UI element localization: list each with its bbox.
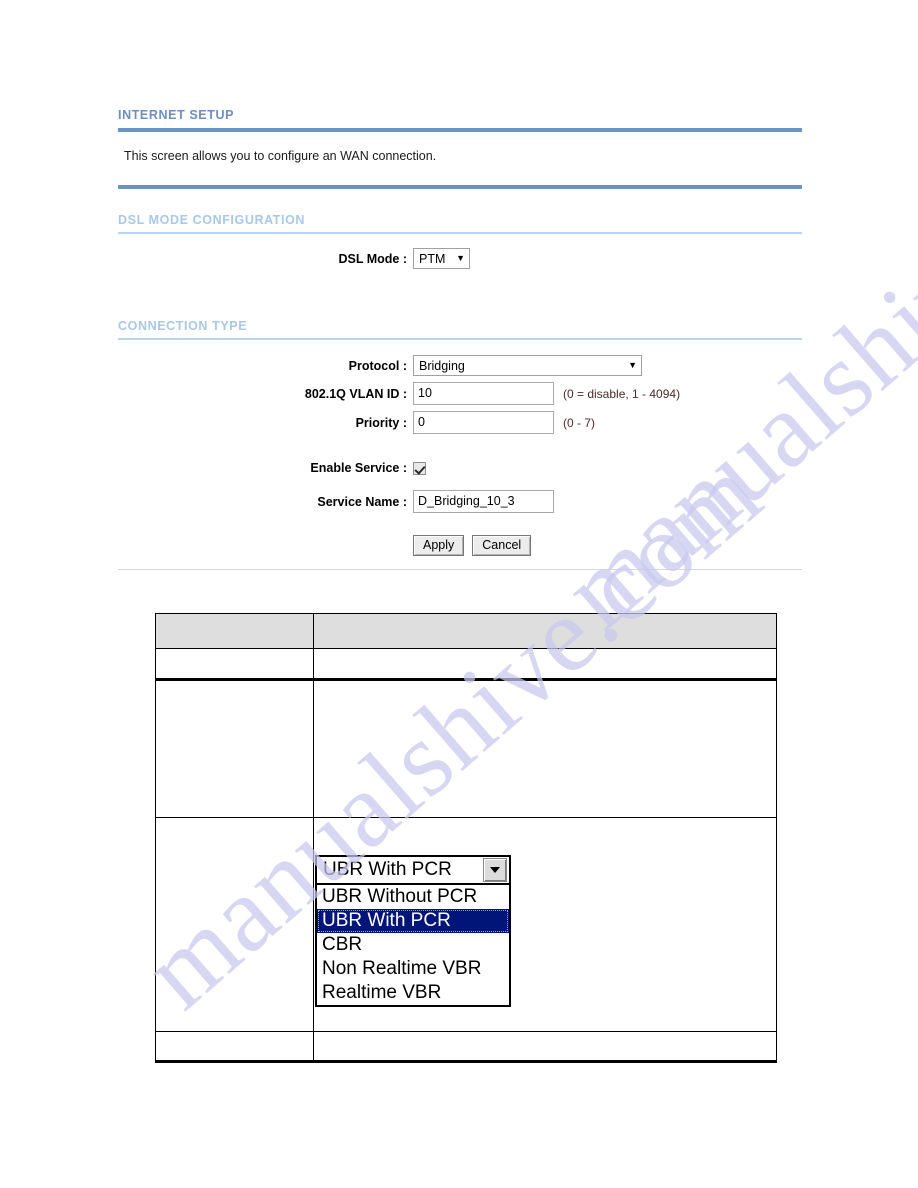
protocol-selected-value: Bridging (419, 358, 465, 373)
row-vlan-id: 802.1Q VLAN ID : 10 (0 = disable, 1 - 40… (118, 382, 802, 405)
table-header-cell-field (155, 613, 314, 649)
table-cell-field (155, 817, 314, 1032)
form-button-row: Apply Cancel (118, 535, 802, 556)
section-title-internet-setup: INTERNET SETUP (118, 108, 235, 122)
divider-line-bottom (118, 569, 802, 570)
protocol-select[interactable]: Bridging ▼ (413, 355, 642, 376)
dsl-mode-select[interactable]: PTM ▼ (413, 248, 470, 269)
service-name-control: D_Bridging_10_3 (413, 490, 554, 513)
qos-dropdown-option[interactable]: CBR (317, 933, 509, 957)
vlan-id-label: 802.1Q VLAN ID : (304, 386, 407, 401)
document-page: INTERNET SETUP This screen allows you to… (0, 0, 918, 1188)
row-priority: Priority : 0 (0 - 7) (118, 411, 802, 434)
protocol-label: Protocol : (348, 358, 407, 373)
row-enable-service: Enable Service : (118, 461, 802, 475)
qos-dropdown-option-list[interactable]: UBR Without PCR UBR With PCR CBR Non Rea… (315, 885, 511, 1007)
chevron-down-icon: ▼ (456, 253, 465, 263)
table-cell-description (313, 648, 777, 680)
chevron-down-icon[interactable] (483, 858, 507, 882)
vlan-id-hint: (0 = disable, 1 - 4094) (563, 386, 681, 401)
internet-setup-description: This screen allows you to configure an W… (124, 149, 437, 163)
apply-button[interactable]: Apply (413, 535, 465, 556)
service-name-input[interactable]: D_Bridging_10_3 (413, 490, 554, 513)
qos-dropdown[interactable]: UBR With PCR UBR Without PCR UBR With PC… (315, 855, 511, 1007)
qos-dropdown-closed-box[interactable]: UBR With PCR (315, 855, 511, 885)
table-row (155, 1031, 777, 1063)
table-header-cell-description (313, 613, 777, 649)
qos-dropdown-selected-value: UBR With PCR (323, 859, 452, 880)
table-cell-field (155, 678, 314, 818)
row-service-name: Service Name : D_Bridging_10_3 (118, 490, 802, 513)
dsl-mode-label: DSL Mode : (338, 251, 407, 266)
chevron-down-icon: ▼ (628, 360, 637, 370)
table-row (155, 648, 777, 680)
row-dsl-mode: DSL Mode : PTM ▼ (118, 248, 802, 269)
table-cell-description (313, 1031, 777, 1063)
priority-hint: (0 - 7) (563, 415, 596, 430)
dsl-mode-control: PTM ▼ (413, 248, 470, 269)
table-cell-description (313, 678, 777, 818)
cancel-button[interactable]: Cancel (472, 535, 532, 556)
table-row (155, 678, 777, 818)
section-title-connection-type: CONNECTION TYPE (118, 319, 248, 333)
table-cell-field (155, 1031, 314, 1063)
connection-type-form: Protocol : Bridging ▼ 802.1Q VLAN ID : 1… (118, 355, 802, 556)
priority-control: 0 (0 - 7) (413, 411, 595, 434)
qos-dropdown-option[interactable]: Non Realtime VBR (317, 957, 509, 981)
priority-label: Priority : (355, 415, 407, 430)
qos-dropdown-option[interactable]: UBR With PCR (317, 909, 509, 933)
vlan-id-input[interactable]: 10 (413, 382, 554, 405)
qos-dropdown-option[interactable]: UBR Without PCR (317, 885, 509, 909)
table-cell-field (155, 648, 314, 680)
enable-service-checkbox[interactable] (413, 461, 426, 475)
table-header-row (155, 613, 777, 649)
qos-dropdown-option[interactable]: Realtime VBR (317, 981, 509, 1005)
internet-setup-panel: INTERNET SETUP This screen allows you to… (118, 108, 802, 570)
enable-service-control (413, 461, 426, 475)
section-title-dsl-mode: DSL MODE CONFIGURATION (118, 213, 306, 227)
enable-service-label: Enable Service : (310, 461, 407, 475)
row-protocol: Protocol : Bridging ▼ (118, 355, 802, 376)
service-name-label: Service Name : (317, 494, 407, 509)
dsl-mode-selected-value: PTM (419, 251, 446, 266)
vlan-id-control: 10 (0 = disable, 1 - 4094) (413, 382, 680, 405)
priority-input[interactable]: 0 (413, 411, 554, 434)
protocol-control: Bridging ▼ (413, 355, 642, 376)
